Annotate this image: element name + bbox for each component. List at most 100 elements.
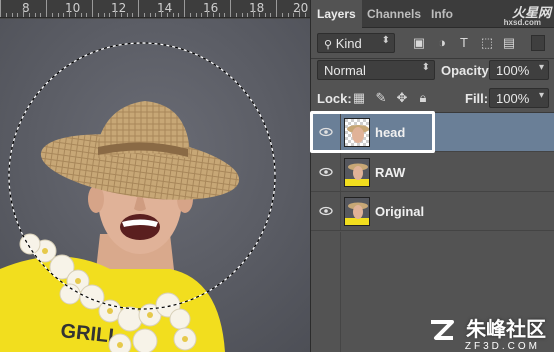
ruler-tick: [219, 13, 220, 17]
ruler-tick: [40, 13, 41, 17]
ruler-tick: [127, 13, 128, 17]
divider: [311, 58, 554, 59]
ruler-tick: [69, 9, 70, 17]
ruler-tick: [150, 13, 151, 17]
ruler-tick: [6, 13, 7, 17]
ruler-tick: [138, 0, 139, 17]
blend-mode-value: Normal: [324, 63, 366, 78]
opacity-field[interactable]: 100% ▾: [489, 60, 549, 80]
ruler-tick: [167, 13, 168, 17]
ruler-tick: [109, 13, 110, 17]
filter-kind-label: Kind: [335, 36, 362, 51]
filter-kind-select[interactable]: ⚲ Kind ⬍: [317, 33, 395, 53]
ruler-tick: [12, 13, 13, 17]
ruler-tick: [52, 13, 53, 17]
ruler-tick: [270, 13, 271, 17]
watermark-text: 朱峰社区: [466, 319, 546, 341]
ruler-number: 18: [249, 1, 265, 15]
ruler-tick: [236, 13, 237, 17]
opacity-value: 100%: [496, 63, 530, 78]
eye-icon: [319, 206, 333, 216]
shape-layer-filter-icon[interactable]: ⬚: [479, 35, 495, 51]
ruler-tick: [144, 13, 145, 17]
visibility-toggle[interactable]: [311, 192, 341, 230]
ruler-tick: [92, 0, 93, 17]
layer-row-original[interactable]: Original: [311, 192, 554, 231]
opacity-label: Opacity:: [441, 63, 494, 78]
layer-thumbnail: [344, 158, 370, 187]
tab-channels[interactable]: Channels: [367, 7, 421, 21]
ruler-number: 16: [203, 1, 219, 15]
layer-name: Original: [375, 204, 425, 219]
visibility-toggle[interactable]: [311, 153, 341, 191]
ruler-tick: [213, 13, 214, 17]
chevron-down-icon: ▾: [538, 62, 544, 73]
ruler-tick: [201, 13, 202, 17]
chevron-updown-icon: ⬍: [421, 62, 430, 73]
ruler-tick: [132, 13, 133, 17]
ruler-tick: [121, 13, 122, 17]
ruler-tick: [98, 13, 99, 17]
ruler-tick: [75, 13, 76, 17]
layer-highlight-callout: [310, 111, 435, 153]
layer-row-raw[interactable]: RAW: [311, 153, 554, 192]
fill-field[interactable]: 100% ▾: [489, 88, 549, 108]
ruler-tick: [17, 13, 18, 17]
ruler-tick: [276, 0, 277, 17]
lock-image-pixels-icon[interactable]: ✎: [373, 90, 389, 106]
ruler-tick: [178, 13, 179, 17]
ruler-tick: [247, 13, 248, 17]
ruler-tick: [288, 13, 289, 17]
lock-transparent-pixels-icon[interactable]: ▦: [351, 90, 367, 106]
ruler-tick: [196, 13, 197, 17]
fill-value: 100%: [496, 91, 530, 106]
type-layer-filter-icon[interactable]: T: [456, 35, 472, 51]
document-canvas[interactable]: GRILL: [0, 19, 310, 352]
fill-label: Fill:: [465, 91, 489, 106]
pixel-layer-filter-icon[interactable]: ▣: [411, 35, 427, 51]
ruler-tick: [86, 13, 87, 17]
ruler-tick: [190, 13, 191, 17]
ruler-tick: [230, 0, 231, 17]
ruler-tick: [259, 13, 260, 17]
ruler-tick: [35, 13, 36, 17]
ruler-tick: [253, 9, 254, 17]
layer-name: RAW: [375, 165, 406, 180]
filter-toggle-icon[interactable]: [531, 35, 545, 51]
ruler-number: 12: [111, 1, 127, 15]
ruler-tick: [173, 13, 174, 17]
blend-mode-select[interactable]: Normal ⬍: [317, 60, 435, 80]
ruler-tick: [29, 13, 30, 17]
ruler-tick: [305, 13, 306, 17]
ruler-tick: [58, 13, 59, 17]
ruler-tick: [161, 9, 162, 17]
search-icon: ⚲: [324, 39, 333, 51]
horizontal-ruler: 8 10 12 14 16 18 20: [0, 0, 310, 18]
ruler-tick: [224, 13, 225, 17]
tab-layers[interactable]: Layers: [311, 0, 362, 29]
panel-tabs: Layers Channels Info 火星网 hxsd.com: [311, 0, 554, 29]
ruler-number: 14: [157, 1, 173, 15]
ruler-tick: [265, 13, 266, 17]
ruler-tick: [46, 0, 47, 17]
ruler-tick: [299, 9, 300, 17]
layers-panel: Layers Channels Info 火星网 hxsd.com ⚲ Kind…: [310, 0, 554, 352]
adjustment-layer-filter-icon[interactable]: ◑: [434, 35, 450, 51]
ruler-tick: [207, 9, 208, 17]
watermark-domain: ZF3D.COM: [464, 341, 540, 352]
ruler-tick: [184, 0, 185, 17]
ruler-number: 10: [65, 1, 81, 15]
ruler-tick: [282, 13, 283, 17]
lock-position-icon[interactable]: ✥: [394, 90, 410, 106]
chevron-down-icon: ▾: [538, 90, 544, 101]
tab-info[interactable]: Info: [431, 7, 453, 21]
ruler-tick: [23, 9, 24, 17]
lock-label: Lock:: [317, 91, 352, 106]
chevron-updown-icon: ⬍: [381, 35, 390, 46]
ruler-tick: [293, 13, 294, 17]
smart-object-filter-icon[interactable]: ▤: [501, 35, 517, 51]
ruler-tick: [81, 13, 82, 17]
visibility-column: [311, 232, 341, 352]
photo: GRILL: [0, 19, 310, 352]
lock-all-icon[interactable]: 🔒︎: [415, 90, 431, 106]
